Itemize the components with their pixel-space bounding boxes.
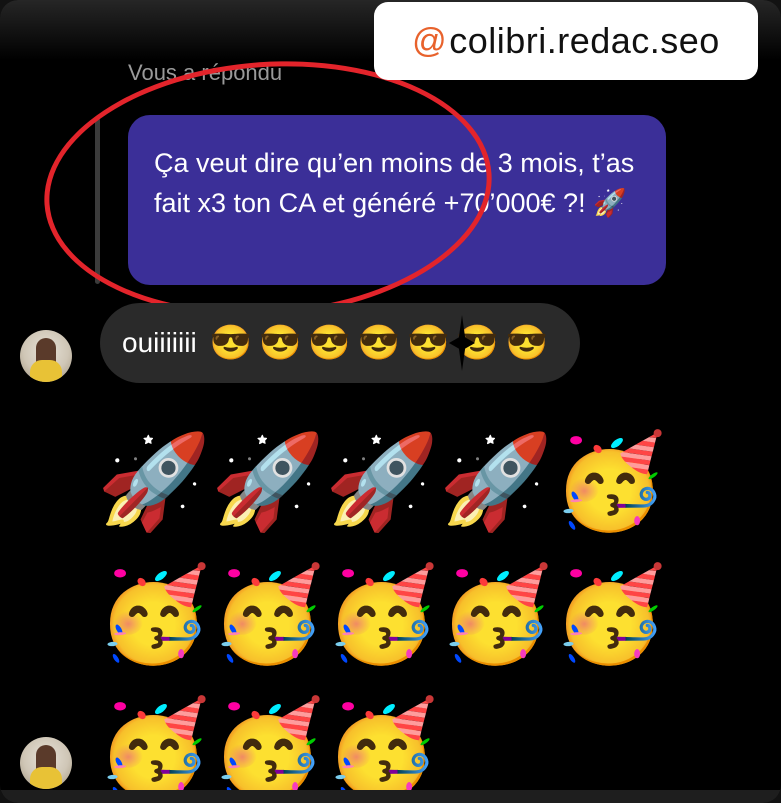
avatar[interactable] <box>20 330 72 382</box>
emoji-message[interactable]: 🚀 🚀 🚀 🚀 🥳 🥳 🥳 🥳 🥳 🥳 🥳 🥳 🥳 <box>97 415 687 803</box>
sunglasses-emoji: 😎 <box>209 324 253 362</box>
rocket-emoji: 🚀 <box>324 427 440 535</box>
sunglasses-emoji: 😎 <box>407 324 450 362</box>
avatar-shirt <box>30 767 62 789</box>
sunglasses-emoji: 😎 <box>357 324 401 362</box>
avatar-shirt <box>30 360 62 382</box>
message-bubble[interactable]: ouiiiiiii 😎 😎 😎 😎 😎 😎 😎 <box>100 303 580 383</box>
partying-face-emoji: 🥳 <box>552 427 668 535</box>
rocket-emoji: 🚀 <box>210 427 326 535</box>
sunglasses-emoji: 😎 <box>259 324 302 362</box>
avatar[interactable] <box>20 737 72 789</box>
partying-face-emoji: 🥳 <box>324 560 440 668</box>
partying-face-emoji: 🥳 <box>210 560 326 668</box>
partying-face-emoji: 🥳 <box>96 560 212 668</box>
dm-conversation: Vous a répondu Ça veut dire qu’en moins … <box>0 0 781 803</box>
rocket-emoji: 🚀 <box>96 427 212 535</box>
watermark-badge: @ colibri.redac.seo <box>374 2 758 80</box>
partying-face-emoji: 🥳 <box>96 693 212 801</box>
watermark-handle: colibri.redac.seo <box>449 20 720 61</box>
partying-face-emoji: 🥳 <box>324 693 440 801</box>
partying-face-emoji: 🥳 <box>438 560 554 668</box>
partying-face-emoji: 🥳 <box>210 693 326 801</box>
red-annotation-circle <box>35 46 501 332</box>
threads-at-icon: @ <box>412 21 448 60</box>
bottom-edge <box>0 790 781 803</box>
sunglasses-emoji: 😎 <box>308 324 351 362</box>
rocket-emoji: 🚀 <box>438 427 554 535</box>
partying-face-emoji: 🥳 <box>552 560 668 668</box>
sunglasses-emoji: 😎 <box>505 324 549 362</box>
message-text: ouiiiiiii <box>122 327 197 358</box>
